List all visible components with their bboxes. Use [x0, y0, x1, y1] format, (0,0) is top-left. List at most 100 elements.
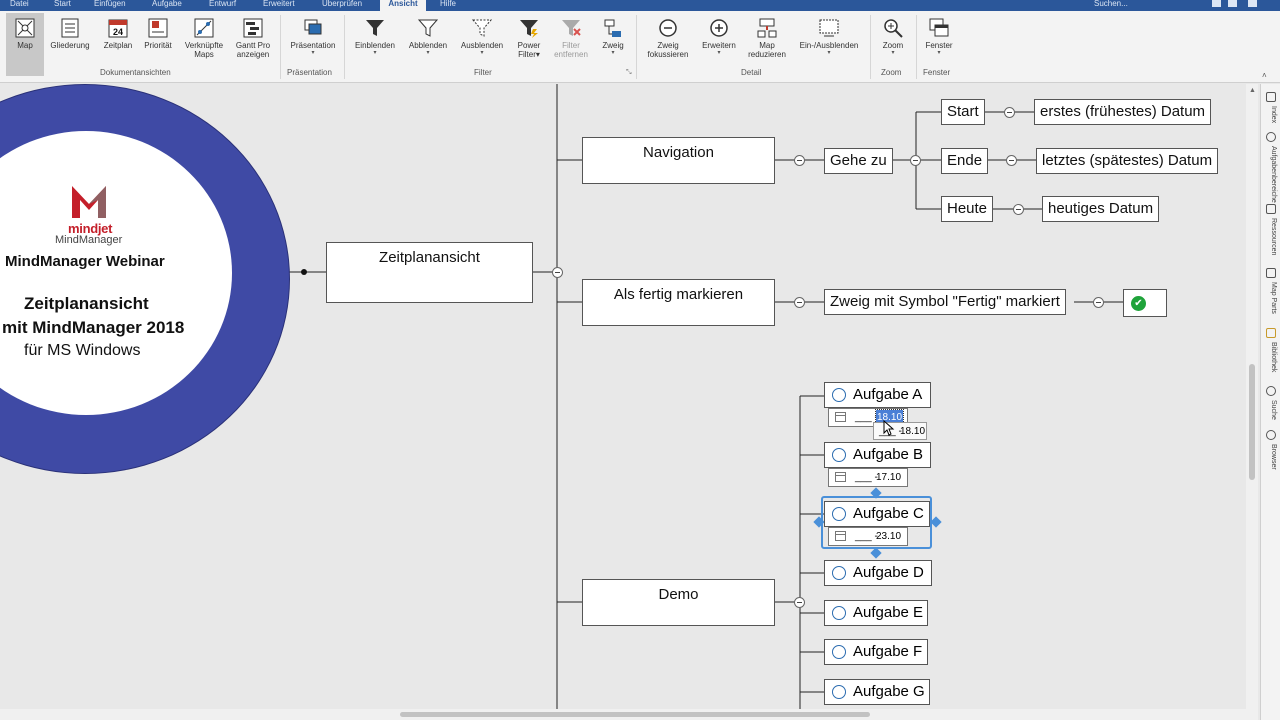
collapse-toggle-icon[interactable] [1093, 297, 1104, 308]
tab-entwurf[interactable]: Entwurf [207, 0, 238, 11]
collapse-toggle-icon[interactable] [1004, 107, 1015, 118]
task-aufgabe-f[interactable]: Aufgabe F [824, 639, 928, 665]
linked-maps-button[interactable]: Verknüpfte Maps [180, 13, 228, 76]
browser-icon[interactable] [1266, 430, 1276, 440]
tab-datei[interactable]: Datei [8, 0, 31, 11]
presentation-button[interactable]: Präsentation ▾ [284, 13, 342, 76]
collapse-toggle-icon[interactable] [552, 267, 563, 278]
hide-filter-button[interactable]: Ausblenden ▾ [456, 13, 508, 76]
topic-gehe-zu[interactable]: Gehe zu [824, 148, 893, 174]
group-label-zoom: Zoom [881, 68, 902, 77]
tab-start[interactable]: Start [52, 0, 73, 11]
sidetab-browser[interactable]: Browser [1265, 444, 1277, 470]
priority-view-button[interactable]: Priorität [140, 13, 176, 76]
task-aufgabe-b[interactable]: Aufgabe B [824, 442, 931, 468]
vertical-scrollbar[interactable]: ▲ [1246, 84, 1258, 709]
show-hide-button[interactable]: Ein-/Ausblenden ▾ [794, 13, 864, 76]
restore-button[interactable] [1228, 0, 1237, 7]
collapse-ribbon-icon[interactable]: ˄ [1262, 71, 1267, 80]
task-date-box[interactable]: ___ - 23.10 [828, 527, 908, 546]
dim-filter-button[interactable]: Abblenden ▾ [404, 13, 452, 76]
outline-view-button[interactable]: Gliederung [46, 13, 94, 76]
task-status-circle-icon[interactable] [832, 606, 846, 620]
horizontal-scrollbar[interactable] [0, 709, 1258, 720]
task-pane-icon[interactable] [1266, 132, 1276, 142]
task-status-circle-icon[interactable] [832, 685, 846, 699]
tab-ansicht[interactable]: Ansicht [380, 0, 426, 11]
minimize-button[interactable] [1212, 0, 1221, 7]
topic-ende-desc[interactable]: letztes (spätestes) Datum [1036, 148, 1219, 174]
date-prefix: ___ - [855, 531, 878, 542]
sidetab-bibliothek[interactable]: Bibliothek [1265, 342, 1277, 372]
tab-ueberpruefen[interactable]: Überprüfen [320, 0, 364, 11]
map-icon [15, 18, 35, 38]
sidetab-ressourcen[interactable]: Ressourcen [1265, 218, 1277, 255]
topic-als-fertig[interactable]: Als fertig markieren [582, 279, 775, 326]
vertical-scroll-thumb[interactable] [1249, 364, 1255, 480]
branch-filter-button[interactable]: Zweig ▾ [596, 13, 630, 76]
reduce-map-button[interactable]: Map reduzieren [742, 13, 792, 76]
task-label: Aufgabe G [853, 683, 925, 700]
task-aufgabe-d[interactable]: Aufgabe D [824, 560, 932, 586]
plus-circle-icon [710, 19, 728, 37]
task-status-circle-icon[interactable] [832, 448, 846, 462]
task-aufgabe-g[interactable]: Aufgabe G [824, 679, 930, 705]
collapse-toggle-icon[interactable] [794, 155, 805, 166]
focus-branch-button[interactable]: Zweig fokussieren [640, 13, 696, 76]
group-separator [280, 15, 281, 79]
dialog-launcher-icon[interactable]: ⤡ [626, 69, 632, 77]
map-parts-icon[interactable] [1266, 268, 1276, 278]
collapse-toggle-icon[interactable] [910, 155, 921, 166]
collapse-toggle-icon[interactable] [794, 597, 805, 608]
map-view-button[interactable]: Map [6, 13, 44, 76]
remove-filter-button[interactable]: Filter entfernen [550, 13, 592, 76]
task-status-circle-icon[interactable] [832, 507, 846, 521]
task-aufgabe-c[interactable]: Aufgabe C [824, 501, 930, 527]
tab-aufgabe[interactable]: Aufgabe [150, 0, 184, 11]
sidetab-aufgabenbereiche[interactable]: Aufgabenbereiche [1265, 146, 1277, 203]
topic-heute[interactable]: Heute [941, 196, 994, 222]
topic-start-desc[interactable]: erstes (frühestes) Datum [1034, 99, 1212, 125]
search-icon[interactable] [1266, 386, 1276, 396]
expand-button[interactable]: Erweitern ▾ [698, 13, 740, 76]
tab-erweitert[interactable]: Erweitert [261, 0, 297, 11]
library-icon[interactable] [1266, 328, 1276, 338]
zoom-button[interactable]: Zoom ▾ [874, 13, 912, 76]
scroll-up-icon[interactable]: ▲ [1249, 87, 1256, 94]
calendar-small-icon [835, 412, 846, 422]
sidetab-map-parts[interactable]: Map Parts [1265, 282, 1277, 314]
topic-ende[interactable]: Ende [941, 148, 989, 174]
index-icon[interactable] [1266, 92, 1276, 102]
tab-hilfe[interactable]: Hilfe [438, 0, 458, 11]
calendar-icon: 24 [108, 19, 128, 38]
window-button[interactable]: Fenster ▾ [920, 13, 958, 76]
search-box[interactable]: Suchen... [1094, 0, 1128, 11]
resources-icon[interactable] [1266, 204, 1276, 214]
task-status-circle-icon[interactable] [832, 388, 846, 402]
gantt-pro-button[interactable]: Gantt Pro anzeigen [230, 13, 276, 76]
tab-einfuegen[interactable]: Einfügen [92, 0, 128, 11]
topic-done-symbol[interactable]: ✔ [1123, 289, 1167, 317]
sidetab-suche[interactable]: Suche [1265, 400, 1277, 420]
task-status-circle-icon[interactable] [832, 566, 846, 580]
map-canvas[interactable]: mindjet MindManager MindManager Webinar … [0, 84, 1258, 709]
topic-demo[interactable]: Demo [582, 579, 775, 626]
power-filter-button[interactable]: Power Filter▾ [510, 13, 548, 76]
task-status-circle-icon[interactable] [832, 645, 846, 659]
collapse-toggle-icon[interactable] [1006, 155, 1017, 166]
collapse-toggle-icon[interactable] [1013, 204, 1024, 215]
schedule-view-button[interactable]: 24 Zeitplan [98, 13, 138, 76]
topic-start[interactable]: Start [941, 99, 985, 125]
horizontal-scroll-thumb[interactable] [400, 712, 870, 717]
topic-zeitplanansicht[interactable]: Zeitplanansicht [326, 242, 533, 303]
topic-fertig-desc[interactable]: Zweig mit Symbol "Fertig" markiert [824, 289, 1066, 315]
collapse-toggle-icon[interactable] [794, 297, 805, 308]
task-aufgabe-a[interactable]: Aufgabe A [824, 382, 931, 408]
task-date-box[interactable]: ___ - 17.10 [828, 468, 908, 487]
close-button[interactable] [1248, 0, 1257, 7]
task-aufgabe-e[interactable]: Aufgabe E [824, 600, 928, 626]
topic-heute-desc[interactable]: heutiges Datum [1042, 196, 1160, 222]
show-filter-button[interactable]: Einblenden ▾ [348, 13, 402, 76]
topic-navigation[interactable]: Navigation [582, 137, 775, 184]
sidetab-index[interactable]: Index [1265, 106, 1277, 123]
